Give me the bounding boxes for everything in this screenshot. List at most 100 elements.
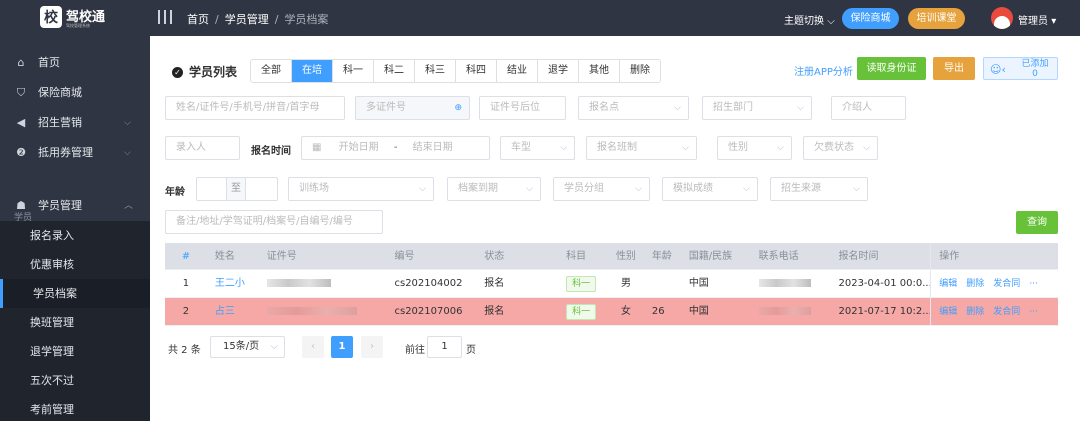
send-contract-link[interactable]: 发合同 [993,307,1020,317]
recruit-source-select[interactable]: 招生来源 ⌵ [770,177,868,201]
chevron-down-icon: ⌵ [797,103,804,113]
page-number-button[interactable]: 1 [331,336,353,358]
multi-id-placeholder: 多证件号 [366,102,406,113]
row-index: 1 [182,278,190,289]
delete-link[interactable]: 删除 [966,279,984,289]
added-label: 已添加 [1021,59,1049,69]
sidebar-item-student-mgmt[interactable]: ☗ 学员管理 ︿ [0,191,150,221]
name-search-input[interactable]: 姓名/证件号/手机号/拼音/首字母 [165,96,345,120]
sidebar-sub-label: 退学管理 [30,345,74,358]
student-list-panel: ✓ 学员列表 全部 在培 科一 科二 科三 科四 结业 退学 其他 删除 注册AP… [150,36,1080,421]
tab-subject-1[interactable]: 科一 [333,60,374,82]
entered-by-input[interactable]: 录入人 [165,136,240,160]
training-field-select[interactable]: 训练场 ⌵ [288,177,434,201]
app-analysis-link[interactable]: 注册APP分析 [794,63,853,78]
read-id-card-button[interactable]: 读取身份证 [857,57,926,80]
export-button[interactable]: 导出 [933,57,975,80]
sidebar-sub-label: 优惠审核 [30,258,74,271]
row-actions: 编辑 删除 发合同 ··· [930,298,1058,325]
col-actions: 操作 [930,243,1058,269]
vehicle-type-placeholder: 车型 [511,142,531,153]
signup-point-select[interactable]: 报名点 ⌵ [578,96,689,120]
tab-deleted[interactable]: 删除 [620,60,660,82]
next-page-button[interactable]: › [361,336,383,358]
chevron-down-icon: ⌵ [124,148,131,158]
tab-other[interactable]: 其他 [579,60,620,82]
student-name-link[interactable]: 王二小 [207,270,259,297]
send-contract-link[interactable]: 发合同 [993,279,1020,289]
sidebar-sub-student-files[interactable]: 学员档案 [0,279,150,308]
phone-redacted [751,270,831,297]
age-range-input[interactable]: 至 [196,177,278,201]
tab-in-training[interactable]: 在培 [292,60,333,82]
arrears-placeholder: 欠费状态 [814,142,854,153]
mock-score-select[interactable]: 模拟成绩 ⌵ [662,177,758,201]
training-class-button[interactable]: 培训课堂 [908,8,965,29]
col-signup-time: 报名时间 [838,251,879,262]
id-suffix-input[interactable]: 证件号后位 [479,96,566,120]
chevron-down-icon: ⌵ [777,143,784,153]
query-button[interactable]: 查询 [1016,211,1058,234]
jump-page-input[interactable]: 1 [427,336,462,358]
tab-graduated[interactable]: 结业 [497,60,538,82]
tab-dropped[interactable]: 退学 [538,60,579,82]
plus-circle-icon[interactable]: ⊕ [454,97,462,119]
main-content: ✓ 学员列表 全部 在培 科一 科二 科三 科四 结业 退学 其他 删除 注册AP… [150,36,1080,421]
edit-link[interactable]: 编辑 [939,307,957,317]
tab-all[interactable]: 全部 [251,60,292,82]
prev-page-button[interactable]: ‹ [302,336,324,358]
gender-select[interactable]: 性别 ⌵ [717,136,792,160]
referrer-input[interactable]: 介绍人 [831,96,906,120]
table-row[interactable]: 2 占三 cs202107006 报名 科一 女 26 中国 2021-07-1… [165,298,1058,326]
added-students-button[interactable]: ☺‹ 已添加 0 [983,57,1058,80]
notes-search-input[interactable]: 备注/地址/学驾证明/档案号/自编号/编号 [165,210,383,234]
tab-subject-4[interactable]: 科四 [456,60,497,82]
sidebar-sub-dropout[interactable]: 退学管理 [0,337,150,366]
end-date-placeholder: 结束日期 [412,142,453,153]
page-size-select[interactable]: 15条/页 ⌵ [210,336,285,358]
sidebar-sub-five-fails[interactable]: 五次不过 [0,366,150,395]
list-title-text: 学员列表 [189,65,238,79]
student-name-link[interactable]: 占三 [207,298,259,325]
student-status: 报名 [484,278,505,289]
multi-id-input[interactable]: 多证件号 ⊕ [355,96,470,120]
sidebar-item-coupons[interactable]: ❷ 抵用券管理 ⌵ [0,138,150,168]
recruit-dept-placeholder: 招生部门 [713,102,753,113]
breadcrumb-student-mgmt[interactable]: 学员管理 [225,13,269,26]
signup-date-range[interactable]: ▦ 开始日期 - 结束日期 [301,136,490,160]
users-icon: ☗ [16,199,26,212]
sidebar-item-insurance[interactable]: ⛉ 保险商城 [0,78,150,108]
row-index: 2 [182,306,190,317]
sidebar-item-home[interactable]: ⌂ 首页 [0,48,150,78]
sidebar: ⌂ 首页 ⛉ 保险商城 ◀ 招生营销 ⌵ ❷ 抵用券管理 ⌵ 学员 ☗ 学员管理 ︿ 报名录入 … [0,36,150,421]
sidebar-sub-pre-exam[interactable]: 考前管理 [0,395,150,421]
sidebar-sub-label: 学员档案 [33,287,77,300]
table-row[interactable]: 1 王二小 cs202104002 报名 科一 男 中国 2023-04-01 … [165,270,1058,298]
sidebar-sub-class-change[interactable]: 换班管理 [0,308,150,337]
file-due-select[interactable]: 档案到期 ⌵ [447,177,541,201]
more-icon[interactable]: ··· [1029,279,1038,289]
avatar[interactable] [991,7,1013,29]
subject-cell: 科一 [558,270,608,297]
insurance-mall-button[interactable]: 保险商城 [842,8,899,29]
logo-badge: 校 [40,6,62,28]
edit-link[interactable]: 编辑 [939,279,957,289]
logo-title: 驾校通 [66,9,106,25]
recruit-dept-select[interactable]: 招生部门 ⌵ [702,96,812,120]
tab-subject-3[interactable]: 科三 [415,60,456,82]
theme-switch[interactable]: 主题切换 ⌵ [784,12,835,27]
vehicle-type-select[interactable]: 车型 ⌵ [500,136,575,160]
delete-link[interactable]: 删除 [966,307,984,317]
sidebar-item-marketing[interactable]: ◀ 招生营销 ⌵ [0,108,150,138]
student-group-select[interactable]: 学员分组 ⌵ [553,177,650,201]
arrears-select[interactable]: 欠费状态 ⌵ [803,136,878,160]
user-menu[interactable]: 管理员 ▾ [1018,12,1056,27]
menu-toggle-icon[interactable] [158,10,172,24]
col-age: 年龄 [651,251,672,262]
signup-class-select[interactable]: 报名班制 ⌵ [586,136,697,160]
more-icon[interactable]: ··· [1029,307,1038,317]
sidebar-sub-discount-review[interactable]: 优惠审核 [0,250,150,279]
sidebar-sub-signup[interactable]: 报名录入 [0,221,150,250]
breadcrumb-home[interactable]: 首页 [187,13,209,26]
tab-subject-2[interactable]: 科二 [374,60,415,82]
